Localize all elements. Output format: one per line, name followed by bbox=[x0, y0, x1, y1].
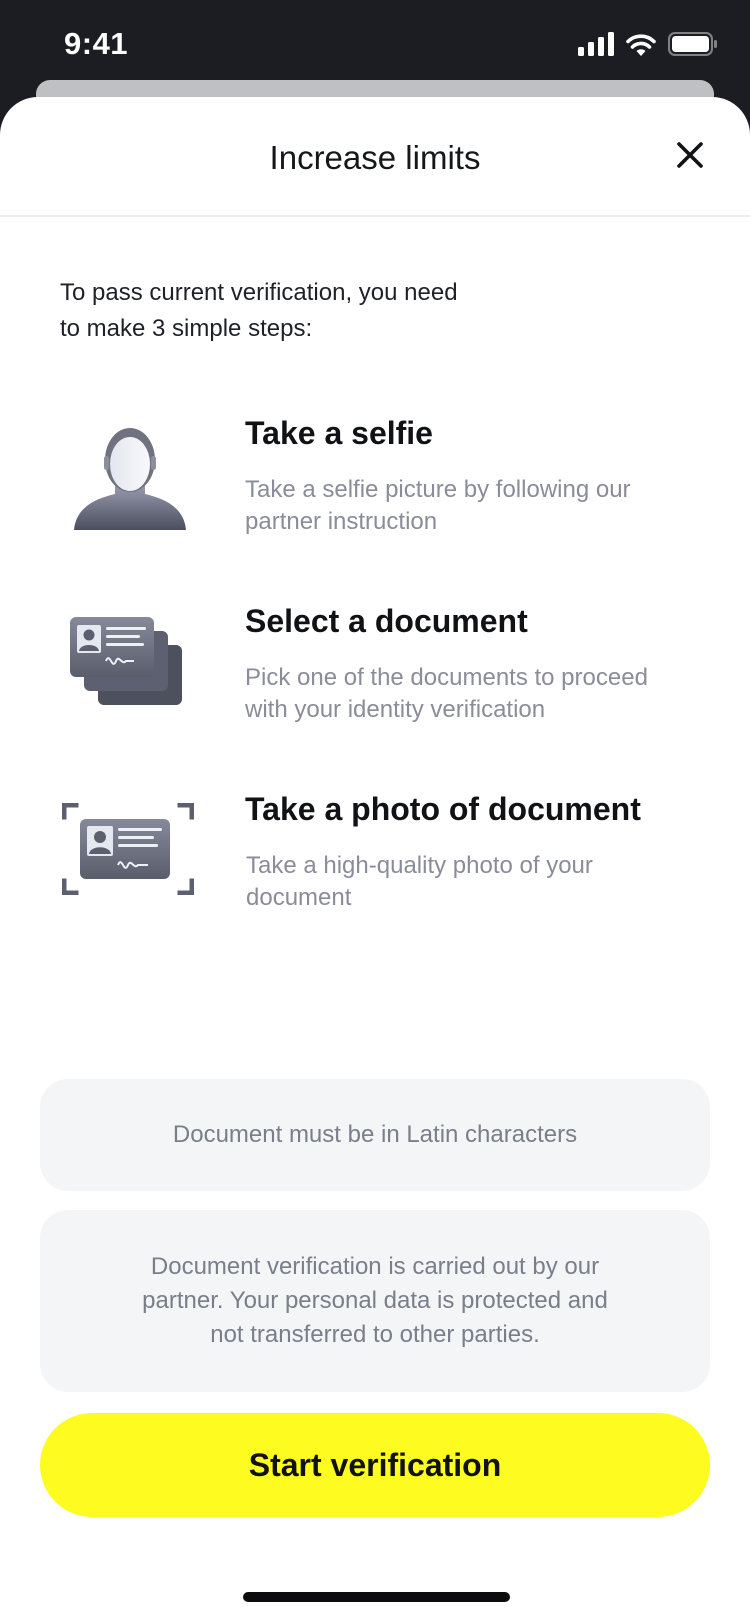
signal-icon bbox=[578, 32, 614, 56]
step-description: Take a selfie picture by following our p… bbox=[245, 474, 685, 538]
selfie-bust-icon bbox=[74, 428, 186, 530]
home-indicator bbox=[243, 1592, 510, 1602]
privacy-notice: Document verification is carried out by … bbox=[40, 1210, 710, 1392]
privacy-notice-line: partner. Your personal data is protected… bbox=[142, 1287, 608, 1314]
step-description: Pick one of the documents to proceed wit… bbox=[245, 662, 685, 726]
step-title: Take a photo of document bbox=[245, 791, 641, 827]
step-description-line: Take a selfie picture by following our bbox=[245, 476, 631, 503]
step-description-line: Pick one of the documents to proceed bbox=[245, 664, 648, 691]
latin-notice: Document must be in Latin characters bbox=[40, 1079, 710, 1191]
close-icon bbox=[677, 142, 703, 168]
privacy-notice-text: Document verification is carried out by … bbox=[142, 1250, 608, 1352]
step-description-line: Take a high-quality photo of your bbox=[246, 852, 593, 879]
sheet-header: Increase limits bbox=[0, 97, 750, 217]
status-time: 9:41 bbox=[64, 26, 129, 61]
battery-icon bbox=[668, 32, 717, 56]
privacy-notice-line: Document verification is carried out by … bbox=[150, 1253, 600, 1280]
close-button[interactable] bbox=[672, 137, 708, 173]
step-description-line: with your identity verification bbox=[245, 696, 546, 723]
wifi-icon bbox=[626, 34, 656, 56]
intro-line-2: to make 3 simple steps: bbox=[60, 315, 313, 342]
sheet-title: Increase limits bbox=[269, 139, 481, 176]
document-stack-icon bbox=[70, 617, 182, 705]
step-title: Select a document bbox=[245, 603, 528, 639]
start-verification-button[interactable]: Start verification bbox=[40, 1413, 710, 1517]
intro-line-1: To pass current verification, you need bbox=[60, 279, 458, 306]
step-description-line: document bbox=[246, 884, 352, 911]
intro-text: To pass current verification, you need t… bbox=[60, 275, 500, 347]
step-description: Take a high-quality photo of your docume… bbox=[246, 850, 686, 914]
step-title: Take a selfie bbox=[245, 415, 433, 451]
step-description-line: partner instruction bbox=[245, 508, 438, 535]
document-scan-icon bbox=[62, 803, 194, 895]
privacy-notice-line: not transferred to other parties. bbox=[210, 1321, 540, 1348]
latin-notice-text: Document must be in Latin characters bbox=[172, 1121, 578, 1148]
status-icons bbox=[578, 32, 718, 56]
bottom-sheet: Increase limits To pass current verifica… bbox=[0, 97, 750, 1624]
